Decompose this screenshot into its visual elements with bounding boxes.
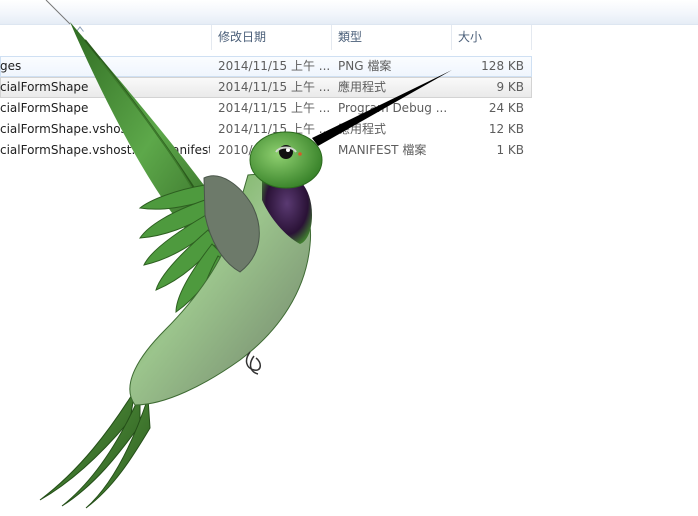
file-size: 24 KB bbox=[488, 101, 524, 115]
file-name: cialFormShape.vshost bbox=[0, 122, 132, 136]
column-header-size-label: 大小 bbox=[458, 30, 483, 44]
file-size: 12 KB bbox=[488, 122, 524, 136]
file-date: 2014/11/15 上午 ... bbox=[218, 80, 330, 94]
tail bbox=[39, 389, 151, 509]
file-type: PNG 檔案 bbox=[338, 59, 392, 73]
bird-body bbox=[129, 173, 312, 406]
file-date: 2010/... bbox=[218, 143, 265, 157]
file-date: 2014/11/15 上午 ... bbox=[218, 101, 330, 115]
explorer-window: 名稱 修改日期 類型 大小 ges 2014/11/15 上午 ... PNG … bbox=[0, 0, 698, 516]
file-name: cialFormShape bbox=[0, 101, 89, 115]
file-type: MANIFEST 檔案 bbox=[338, 143, 427, 157]
file-name: ges bbox=[0, 59, 22, 73]
file-type: 應用程式 bbox=[338, 80, 387, 94]
column-header-size[interactable]: 大小 bbox=[452, 25, 532, 50]
file-row[interactable]: cialFormShape.vshost.exe.manifest 2010/.… bbox=[0, 140, 532, 161]
file-size: 9 KB bbox=[496, 80, 524, 94]
column-header-date-label: 修改日期 bbox=[218, 30, 267, 44]
file-size: 128 KB bbox=[481, 59, 524, 73]
file-size: 1 KB bbox=[496, 143, 524, 157]
file-row[interactable]: cialFormShape 2014/11/15 上午 ... Program … bbox=[0, 98, 532, 119]
file-row[interactable]: cialFormShape 2014/11/15 上午 ... 應用程式 9 K… bbox=[0, 77, 532, 98]
file-list: ges 2014/11/15 上午 ... PNG 檔案 128 KB cial… bbox=[0, 56, 532, 161]
toolbar-strip bbox=[0, 0, 698, 25]
column-header-type-label: 類型 bbox=[338, 30, 363, 44]
file-type: Program Debug ... bbox=[338, 101, 448, 115]
file-date: 2014/11/15 上午 ... bbox=[218, 59, 330, 73]
file-name: cialFormShape bbox=[0, 80, 89, 94]
column-header-name[interactable]: 名稱 bbox=[0, 25, 212, 50]
throat-gorget bbox=[262, 170, 312, 244]
lower-wing bbox=[138, 184, 233, 332]
bird-feet bbox=[245, 351, 261, 375]
file-row[interactable]: ges 2014/11/15 上午 ... PNG 檔案 128 KB bbox=[0, 56, 532, 77]
column-header-date[interactable]: 修改日期 bbox=[212, 25, 332, 50]
sort-ascending-icon bbox=[76, 26, 84, 32]
wing-shoulder bbox=[203, 175, 260, 273]
file-row[interactable]: cialFormShape.vshost 2014/11/15 上午 ... 應… bbox=[0, 119, 532, 140]
file-date: 2014/11/15 上午 ... bbox=[218, 122, 330, 136]
file-type: 應用程式 bbox=[338, 122, 387, 136]
column-header-row: 名稱 修改日期 類型 大小 bbox=[0, 25, 532, 50]
file-name: cialFormShape.vshost.exe.manifest bbox=[0, 143, 210, 157]
column-header-type[interactable]: 類型 bbox=[332, 25, 452, 50]
